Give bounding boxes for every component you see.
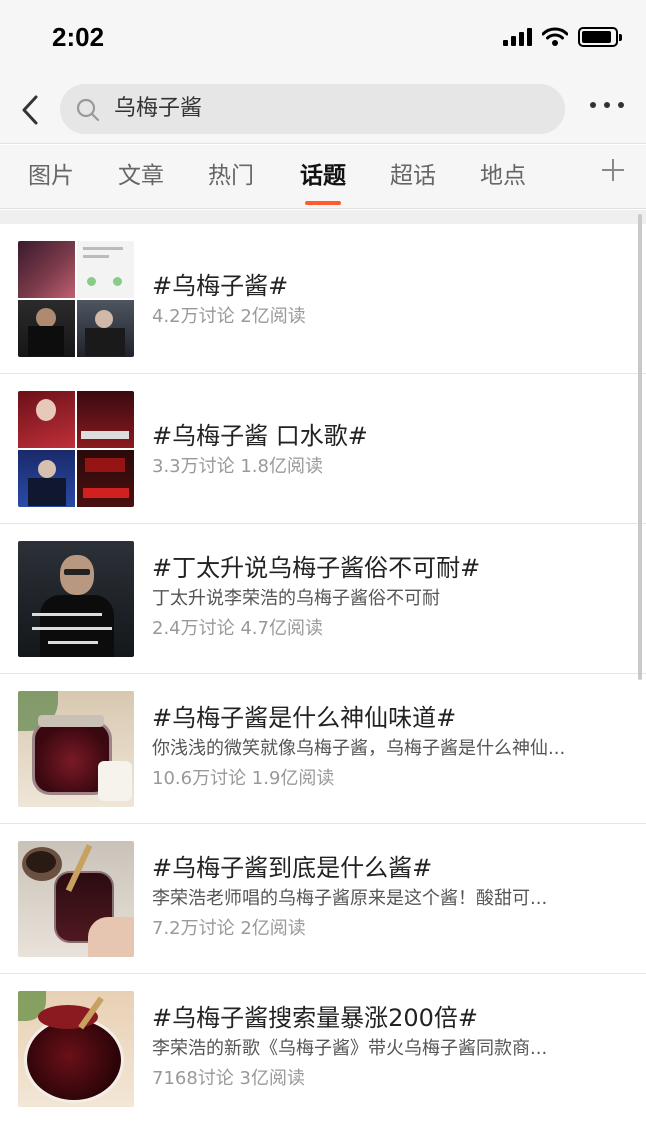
more-options-button[interactable]: [590, 102, 624, 108]
chevron-left-icon: [22, 95, 38, 125]
topic-title: #丁太升说乌梅子酱俗不可耐#: [152, 554, 481, 582]
topic-stats: 7.2万讨论 2亿阅读: [152, 918, 306, 939]
topic-stats: 7168讨论 3亿阅读: [152, 1068, 305, 1089]
topic-text: #乌梅子酱搜索量暴涨200倍# 李荣浩的新歌《乌梅子酱》带火乌梅子酱同款商...…: [152, 1002, 626, 1092]
topic-thumbnail: [18, 991, 134, 1107]
category-tabs: 图片 文章 热门 话题 超话 地点: [0, 145, 646, 209]
topic-thumbnail: [18, 541, 134, 657]
tab-topics[interactable]: 话题: [300, 161, 346, 191]
topic-thumbnail: [18, 391, 134, 507]
tab-places[interactable]: 地点: [480, 161, 526, 191]
topic-row[interactable]: #乌梅子酱# 4.2万讨论 2亿阅读: [0, 224, 646, 374]
topic-stats: 2.4万讨论 4.7亿阅读: [152, 618, 323, 639]
topic-row[interactable]: #乌梅子酱 口水歌# 3.3万讨论 1.8亿阅读: [0, 374, 646, 524]
topic-row[interactable]: #乌梅子酱是什么神仙味道# 你浅浅的微笑就像乌梅子酱，乌梅子酱是什么神仙... …: [0, 674, 646, 824]
topic-stats: 4.2万讨论 2亿阅读: [152, 306, 306, 327]
topic-list: #乌梅子酱# 4.2万讨论 2亿阅读 #乌梅子酱 口水歌# 3.3万讨论 1.8…: [0, 224, 646, 1124]
dot-icon: [618, 102, 624, 108]
nav-bar: 乌梅子酱: [0, 78, 646, 144]
wifi-icon: [542, 27, 568, 46]
topic-title: #乌梅子酱到底是什么酱#: [152, 854, 433, 882]
status-icons: [503, 26, 622, 48]
tab-hot[interactable]: 热门: [208, 161, 254, 191]
topic-description: 李荣浩老师唱的乌梅子酱原来是这个酱！酸甜可...: [152, 888, 548, 909]
topic-description: 李荣浩的新歌《乌梅子酱》带火乌梅子酱同款商...: [152, 1038, 548, 1059]
topic-stats: 3.3万讨论 1.8亿阅读: [152, 456, 323, 477]
active-tab-indicator: [305, 201, 341, 205]
topic-text: #乌梅子酱是什么神仙味道# 你浅浅的微笑就像乌梅子酱，乌梅子酱是什么神仙... …: [152, 702, 626, 792]
tab-articles[interactable]: 文章: [118, 161, 164, 191]
topic-stats: 10.6万讨论 1.9亿阅读: [152, 768, 335, 789]
dot-icon: [590, 102, 596, 108]
tab-super-topics[interactable]: 超话: [390, 161, 436, 191]
topic-description: 你浅浅的微笑就像乌梅子酱，乌梅子酱是什么神仙...: [152, 738, 566, 759]
search-query: 乌梅子酱: [114, 96, 203, 121]
topic-row[interactable]: #乌梅子酱搜索量暴涨200倍# 李荣浩的新歌《乌梅子酱》带火乌梅子酱同款商...…: [0, 974, 646, 1124]
topic-thumbnail: [18, 841, 134, 957]
topic-title: #乌梅子酱 口水歌#: [152, 422, 368, 450]
topic-text: #乌梅子酱到底是什么酱# 李荣浩老师唱的乌梅子酱原来是这个酱！酸甜可... 7.…: [152, 852, 626, 942]
status-bar: 2:02: [0, 0, 646, 78]
topic-thumbnail: [18, 691, 134, 807]
scrollbar[interactable]: [638, 214, 642, 680]
topic-row[interactable]: #乌梅子酱到底是什么酱# 李荣浩老师唱的乌梅子酱原来是这个酱！酸甜可... 7.…: [0, 824, 646, 974]
battery-icon: [578, 27, 622, 47]
dot-icon: [604, 102, 610, 108]
topic-title: #乌梅子酱搜索量暴涨200倍#: [152, 1004, 479, 1032]
topic-thumbnail: [18, 241, 134, 357]
topic-text: #丁太升说乌梅子酱俗不可耐# 丁太升说李荣浩的乌梅子酱俗不可耐 2.4万讨论 4…: [152, 552, 626, 642]
topic-text: #乌梅子酱# 4.2万讨论 2亿阅读: [152, 270, 626, 330]
section-divider: [0, 210, 646, 224]
topic-title: #乌梅子酱是什么神仙味道#: [152, 704, 457, 732]
tab-images[interactable]: 图片: [28, 161, 74, 191]
topic-text: #乌梅子酱 口水歌# 3.3万讨论 1.8亿阅读: [152, 420, 626, 480]
status-time: 2:02: [52, 22, 105, 52]
back-button[interactable]: [14, 88, 50, 132]
topic-row[interactable]: #丁太升说乌梅子酱俗不可耐# 丁太升说李荣浩的乌梅子酱俗不可耐 2.4万讨论 4…: [0, 524, 646, 674]
search-icon: [76, 98, 100, 122]
add-tab-icon[interactable]: [602, 159, 624, 181]
topic-title: #乌梅子酱#: [152, 272, 289, 300]
search-input[interactable]: 乌梅子酱: [60, 84, 565, 134]
cellular-signal-icon: [503, 28, 532, 46]
topic-description: 丁太升说李荣浩的乌梅子酱俗不可耐: [152, 588, 440, 609]
